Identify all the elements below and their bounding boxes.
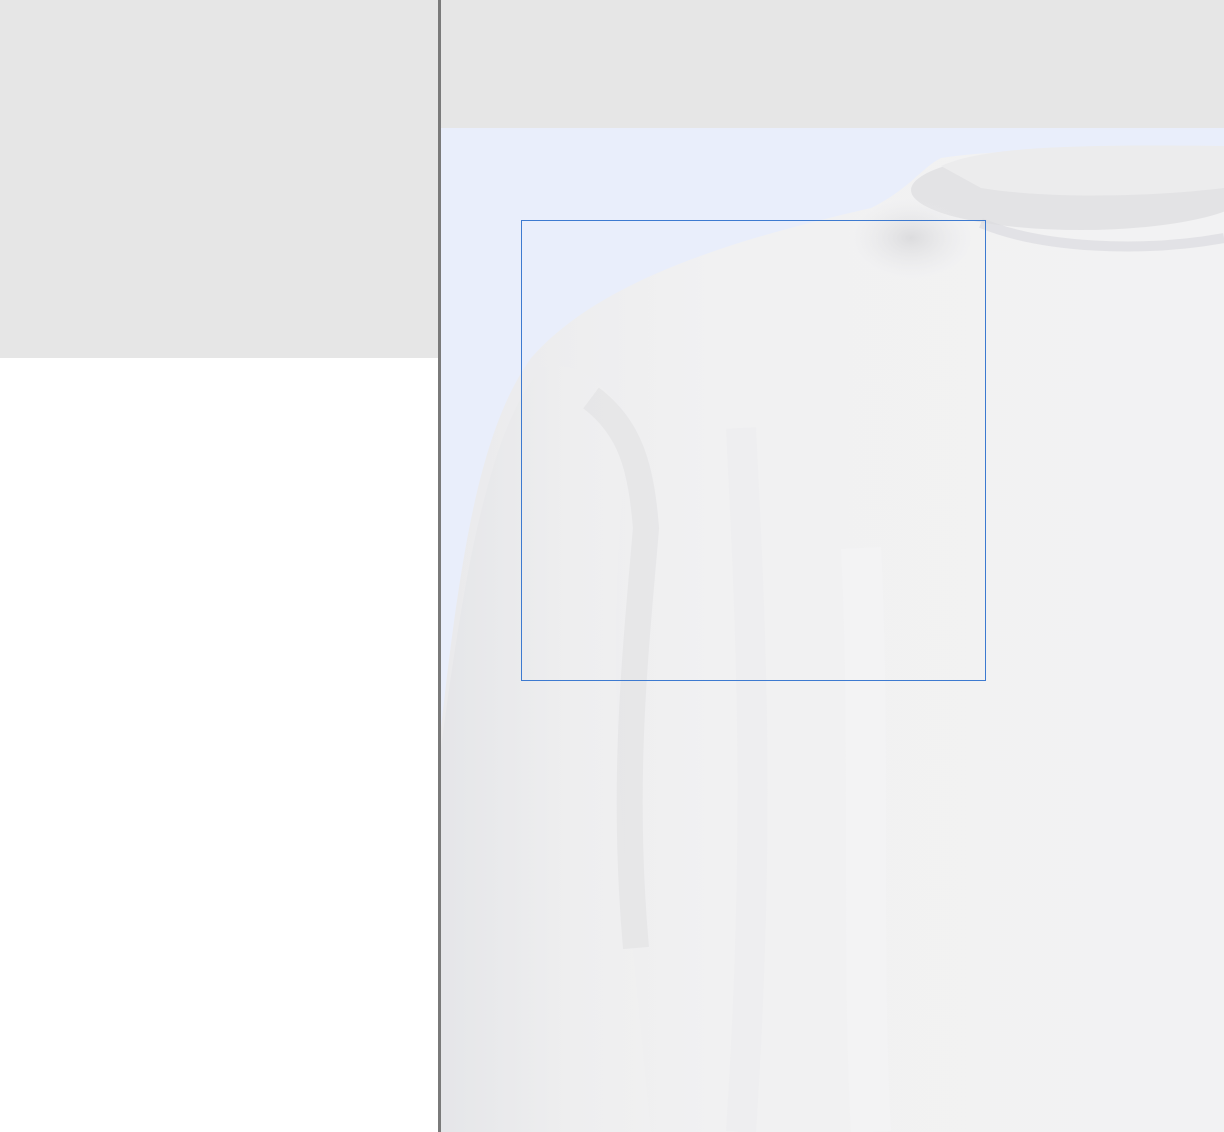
zoom-lens-selection[interactable]	[521, 220, 986, 681]
product-image-viewer[interactable]	[441, 128, 1224, 1132]
collar-rim	[941, 145, 1224, 196]
right-top-panel	[441, 0, 1224, 128]
left-pane	[0, 0, 438, 1132]
right-pane	[441, 0, 1224, 1132]
page	[0, 0, 1224, 1132]
left-top-panel	[0, 0, 438, 358]
